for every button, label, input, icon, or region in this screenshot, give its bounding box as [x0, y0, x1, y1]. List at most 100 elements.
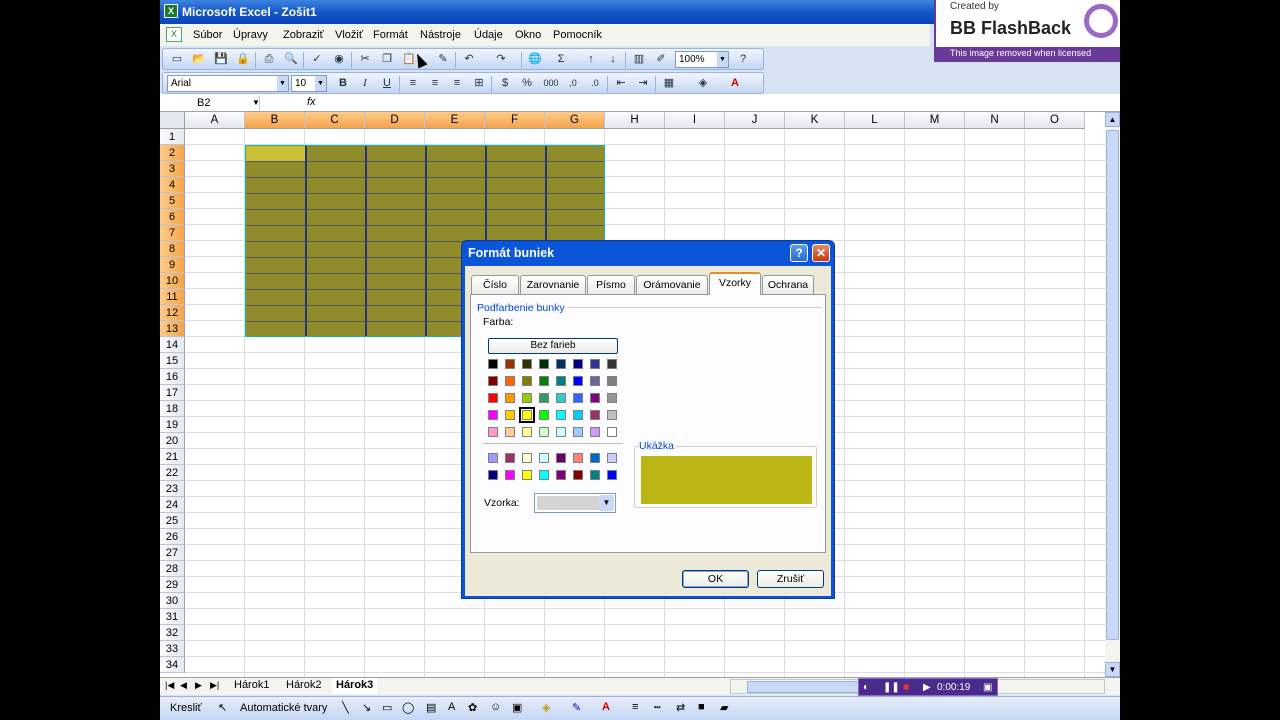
color-swatch-main-3-2[interactable]	[519, 407, 535, 423]
row-header-30[interactable]: 30	[160, 593, 185, 609]
decrease-decimal-icon[interactable]: .0	[587, 76, 603, 91]
chevron-down-icon[interactable]: ▼	[252, 95, 260, 111]
fx-icon[interactable]: fx	[307, 96, 316, 108]
color-swatch-chart-1-6[interactable]	[590, 470, 600, 480]
row-header-16[interactable]: 16	[160, 369, 185, 385]
color-swatch-main-1-4[interactable]	[556, 376, 566, 386]
color-swatch-main-2-2[interactable]	[522, 393, 532, 403]
menu-udaje[interactable]: Údaje	[474, 29, 503, 41]
italic-button[interactable]: I	[357, 76, 373, 91]
permission-icon[interactable]: 🔒	[235, 52, 251, 67]
record-icon[interactable]: ■	[903, 682, 909, 693]
color-swatch-main-2-1[interactable]	[505, 393, 515, 403]
color-swatch-main-4-4[interactable]	[556, 427, 566, 437]
increase-decimal-icon[interactable]: ,0	[565, 76, 581, 91]
row-header-34[interactable]: 34	[160, 657, 185, 673]
row-header-26[interactable]: 26	[160, 529, 185, 545]
tab-vzorky[interactable]: Vzorky	[709, 272, 761, 295]
color-swatch-chart-0-0[interactable]	[488, 453, 498, 463]
column-header-d[interactable]: D	[365, 112, 425, 129]
select-objects-icon[interactable]: ↖	[218, 701, 227, 714]
color-swatch-main-4-7[interactable]	[607, 427, 617, 437]
row-header-2[interactable]: 2	[160, 145, 185, 161]
play-icon[interactable]: ▶	[923, 682, 931, 693]
column-header-e[interactable]: E	[425, 112, 485, 129]
column-header-h[interactable]: H	[605, 112, 665, 129]
row-header-9[interactable]: 9	[160, 257, 185, 273]
row-header-8[interactable]: 8	[160, 241, 185, 257]
active-cell[interactable]	[246, 146, 305, 161]
color-swatch-main-3-0[interactable]	[488, 410, 498, 420]
tab-ochrana[interactable]: Ochrana	[762, 275, 814, 294]
help-button[interactable]: ?	[790, 244, 808, 262]
save-icon[interactable]: 💾	[213, 52, 229, 67]
color-swatch-main-1-7[interactable]	[607, 376, 617, 386]
color-swatch-main-4-1[interactable]	[505, 427, 515, 437]
column-header-j[interactable]: J	[725, 112, 785, 129]
color-swatch-chart-0-2[interactable]	[522, 453, 532, 463]
color-swatch-chart-1-3[interactable]	[539, 470, 549, 480]
tab-zarovnanie[interactable]: Zarovnanie	[520, 275, 586, 294]
ok-button[interactable]: OK	[682, 570, 749, 588]
row-header-6[interactable]: 6	[160, 209, 185, 225]
fill-color-icon[interactable]: ◈	[695, 76, 711, 91]
color-swatch-main-3-6[interactable]	[590, 410, 600, 420]
sheet-tab-harok1[interactable]: Hárok1	[230, 678, 273, 694]
row-header-20[interactable]: 20	[160, 433, 185, 449]
menu-vlozit[interactable]: Vložiť	[335, 29, 363, 41]
color-swatch-main-1-3[interactable]	[539, 376, 549, 386]
row-header-28[interactable]: 28	[160, 561, 185, 577]
color-swatch-main-0-6[interactable]	[590, 359, 600, 369]
chart-wizard-icon[interactable]: ▥	[631, 52, 647, 67]
row-header-27[interactable]: 27	[160, 545, 185, 561]
color-swatch-main-1-0[interactable]	[488, 376, 498, 386]
row-header-14[interactable]: 14	[160, 337, 185, 353]
font-size-select[interactable]: 10 ▼	[291, 75, 327, 92]
column-header-l[interactable]: L	[845, 112, 905, 129]
next-sheet-icon[interactable]: ▶	[195, 680, 202, 691]
tab-pismo[interactable]: Písmo	[587, 275, 635, 294]
name-box[interactable]: B2 ▼	[160, 95, 260, 111]
oval-icon[interactable]: ◯	[402, 701, 414, 714]
row-header-11[interactable]: 11	[160, 289, 185, 305]
color-swatch-main-1-6[interactable]	[590, 376, 600, 386]
arrow-icon[interactable]: ↘	[362, 701, 371, 714]
color-swatch-main-3-5[interactable]	[573, 410, 583, 420]
menu-zobrazit[interactable]: Zobraziť	[283, 29, 324, 41]
color-swatch-main-0-7[interactable]	[607, 359, 617, 369]
column-header-k[interactable]: K	[785, 112, 845, 129]
color-swatch-chart-1-2[interactable]	[522, 470, 532, 480]
color-swatch-main-2-6[interactable]	[590, 393, 600, 403]
align-center-icon[interactable]: ≡	[427, 76, 443, 91]
color-swatch-main-0-3[interactable]	[539, 359, 549, 369]
color-swatch-main-2-7[interactable]	[607, 393, 617, 403]
color-swatch-main-1-1[interactable]	[505, 376, 515, 386]
column-header-o[interactable]: O	[1025, 112, 1085, 129]
row-header-29[interactable]: 29	[160, 577, 185, 593]
bold-button[interactable]: B	[335, 76, 351, 91]
cancel-button[interactable]: Zrušiť	[757, 570, 824, 588]
font-color-draw-icon[interactable]: A	[602, 701, 610, 713]
column-header-g[interactable]: G	[545, 112, 605, 129]
select-all-corner[interactable]	[160, 112, 185, 129]
color-swatch-chart-1-4[interactable]	[556, 470, 566, 480]
tab-oramovanie[interactable]: Orámovanie	[636, 275, 708, 294]
row-header-18[interactable]: 18	[160, 401, 185, 417]
spelling-icon[interactable]: ✓	[309, 52, 325, 67]
row-header-31[interactable]: 31	[160, 609, 185, 625]
row-header-15[interactable]: 15	[160, 353, 185, 369]
color-swatch-main-2-0[interactable]	[488, 393, 498, 403]
row-header-13[interactable]: 13	[160, 321, 185, 337]
row-header-25[interactable]: 25	[160, 513, 185, 529]
color-swatch-main-1-2[interactable]	[522, 376, 532, 386]
first-sheet-icon[interactable]: |◀	[165, 680, 174, 691]
clipart-icon[interactable]: ☺	[490, 701, 501, 713]
color-swatch-main-1-5[interactable]	[573, 376, 583, 386]
color-swatch-main-2-4[interactable]	[556, 393, 566, 403]
sheet-tab-harok3[interactable]: Hárok3	[332, 678, 378, 694]
row-header-7[interactable]: 7	[160, 225, 185, 241]
row-header-4[interactable]: 4	[160, 177, 185, 193]
menu-format[interactable]: Formát	[373, 29, 408, 41]
color-swatch-main-0-5[interactable]	[573, 359, 583, 369]
tab-cislo[interactable]: Číslo	[471, 275, 519, 294]
